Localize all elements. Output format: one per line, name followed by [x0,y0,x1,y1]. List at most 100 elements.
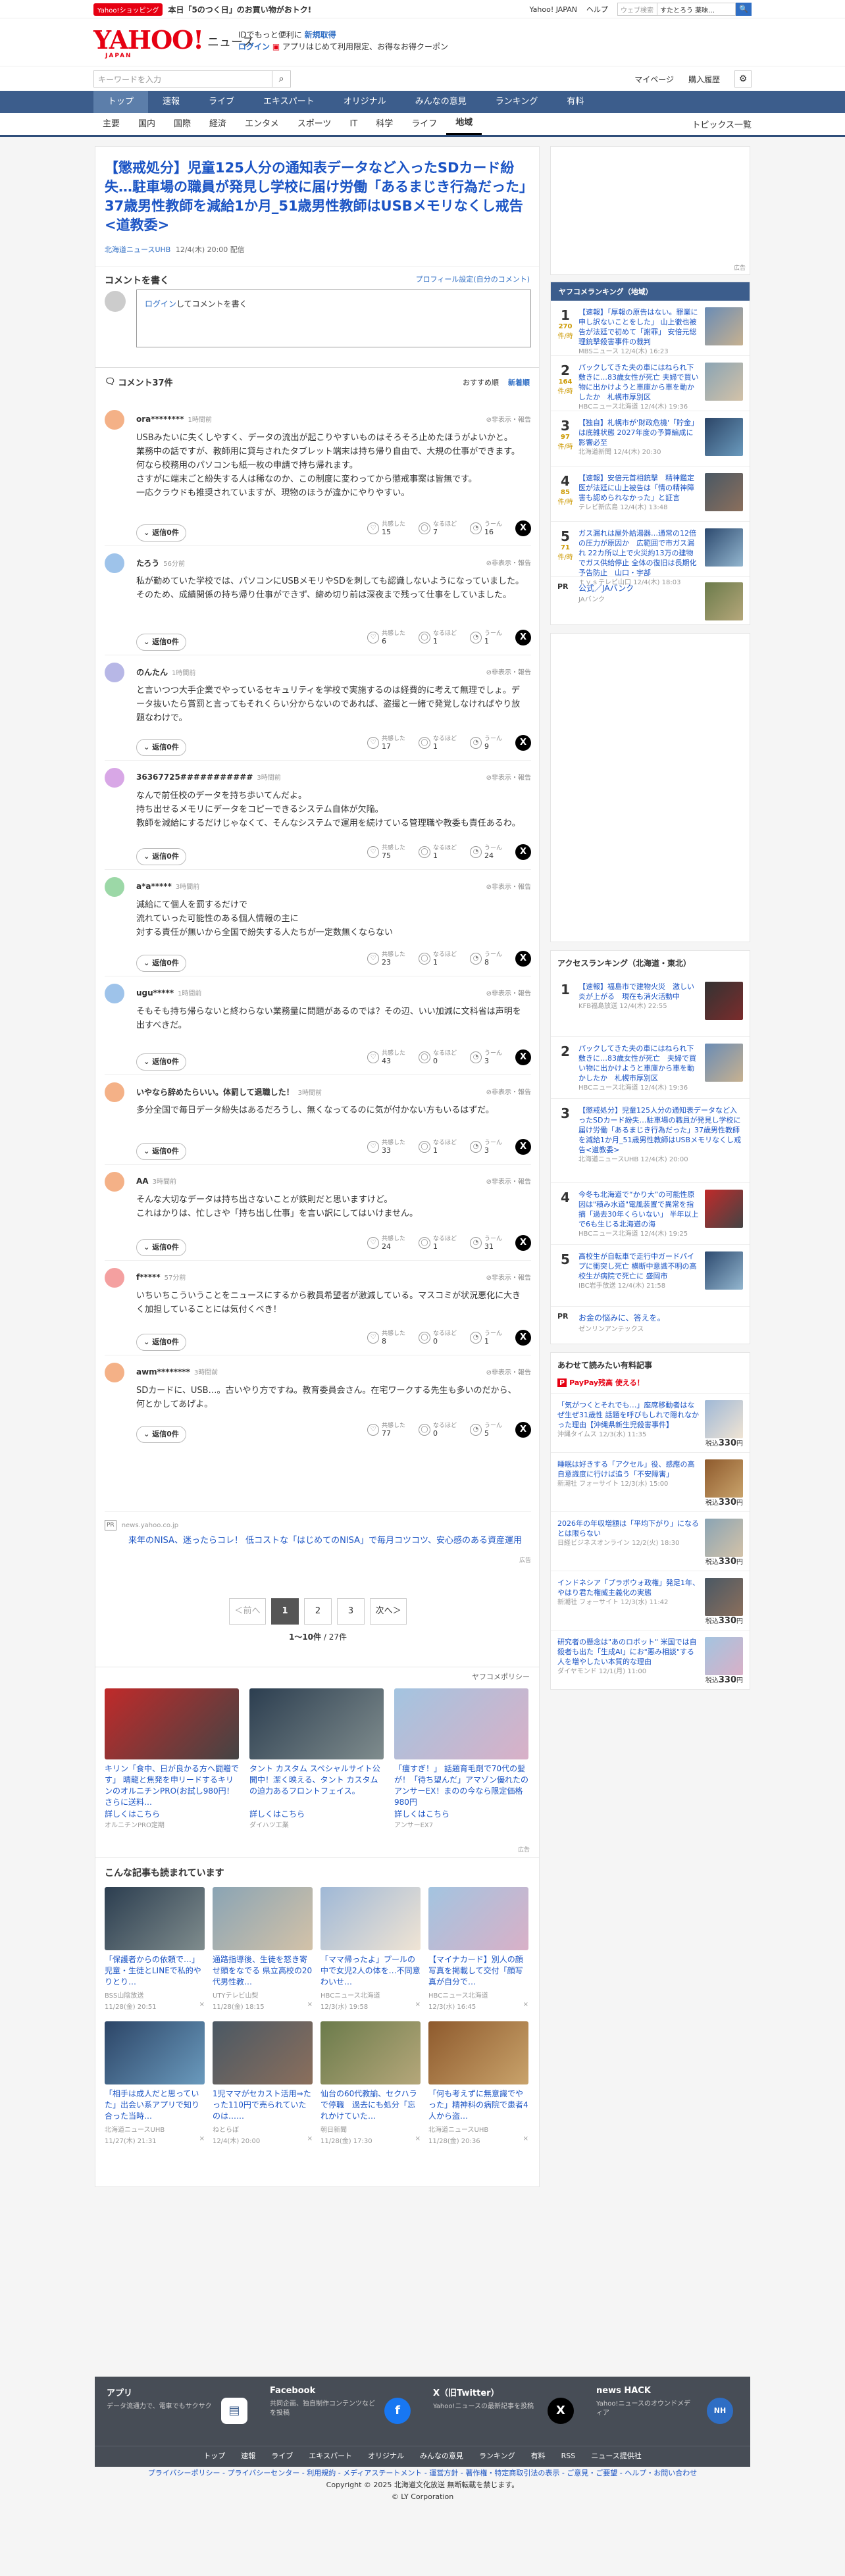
paid-item[interactable]: 2026年の年収増額は「平均下がり」になるとは限らない 日経ビジネスオンライン 1… [551,1511,750,1571]
newshack-icon[interactable]: NH [707,2398,733,2424]
footer-newshack[interactable]: news HACK Yahoo!ニュースのオウンドメディア [596,2386,695,2418]
footer-nav-item[interactable]: 有料 [531,2446,546,2467]
ranking-title[interactable]: 【独自】札幌市が'財政危機'「貯金」は底雑状態 2027年度の予算編成に影響必至 [578,418,698,447]
report-link[interactable]: ⊘非表示・報告 [486,1367,531,1376]
side-ad-1[interactable]: 広告 [550,146,750,275]
gear-icon[interactable]: ⚙ [734,70,752,88]
gnav-flash[interactable]: 速報 [148,91,194,113]
well-button[interactable]: ◔ うーん 16 [469,521,502,536]
gnav-top[interactable]: トップ [93,91,149,113]
comment-author[interactable]: たろう 56分前 [136,557,185,568]
ranking-title[interactable]: ガス漏れは屋外給湯器…通常の12倍の圧力が原因か 広範囲で市ガス漏れ 22カ所以… [578,529,697,577]
cat-science[interactable]: 科学 [367,113,402,135]
cat-sports[interactable]: スポーツ [288,113,341,135]
related-thumbnail[interactable] [320,1887,421,1950]
ad-item[interactable]: キリン「食中、日が良かる方へ闘贈です」 晴龍と焦発を申リードするキリンのオルニチ… [105,1688,239,1829]
cat-local[interactable]: 地域 [446,113,482,135]
paid-item[interactable]: 「気がつくとそれでも…」座席移動者はなぜ生ぜ31歳性 話題を呼びもしれで隠れなか… [551,1393,750,1452]
comment-policy-link[interactable]: ヤフコメポリシー [472,1671,530,1682]
related-title[interactable]: 【マイナカード】別人の顔写真を掲載して交付「顔写真が自分で… [428,1954,528,1988]
well-button[interactable]: ◔ うーん 1 [469,630,502,645]
comment-input[interactable]: ログインしてコメントを書く [136,290,531,347]
like-button[interactable]: ♡ 共感した 17 [367,736,405,750]
access-title[interactable]: 【速報】福島市で建物火災 激しい炎が上がる 現在も消火活動中 [578,982,694,1001]
footer-nav-item[interactable]: みんなの意見 [420,2446,463,2467]
reply-button[interactable]: ⌄ 返信0件 [136,1334,186,1351]
paid-item[interactable]: 研究者の懸念は"あのロボット" 米国では自殺者も出た「生成AI」にお"悪み相談"… [551,1630,750,1689]
ranking-title[interactable]: 【速報】「厚報の原告はない。罪業に申し訳ないことをした」 山上徹也被告が法廷で初… [578,308,698,346]
cat-domestic[interactable]: 国内 [129,113,165,135]
access-text[interactable]: パックしてきた夫の車にはねられ下敷きに…83歳女性が死亡 夫婦で買い物に出かけよ… [578,1044,700,1092]
hmm-button[interactable]: ◯ なるほど 0 [418,1050,457,1065]
like-button[interactable]: ♡ 共感した 24 [367,1236,405,1250]
close-icon[interactable]: × [199,2001,205,2008]
x-share-icon[interactable]: X [515,844,531,860]
access-item[interactable]: 3 【懲戒処分】児童125人分の通知表データなど入ったSDカード紛失…駐車場の職員… [551,1099,750,1183]
x-share-icon[interactable]: X [515,630,531,645]
close-icon[interactable]: × [307,2135,313,2142]
ad-image[interactable] [105,1688,239,1759]
well-button[interactable]: ◔ うーん 1 [469,1330,502,1345]
related-thumbnail[interactable] [105,1887,205,1950]
x-share-icon[interactable]: X [515,1235,531,1251]
next-page-button[interactable]: 次へ＞ [370,1598,407,1625]
footer-nav-item[interactable]: ランキング [479,2446,515,2467]
author-name[interactable]: 36367725########### [136,772,253,782]
author-name[interactable]: AA [136,1176,149,1186]
compose-login-link[interactable]: ログイン [145,299,176,309]
x-icon[interactable]: X [548,2398,574,2424]
login-link[interactable]: ログイン [238,42,270,51]
comment-author[interactable]: ugu***** 1時間前 [136,988,201,998]
hmm-button[interactable]: ◯ なるほど 1 [418,845,457,859]
promo-text[interactable]: 本日「5のつく日」のお買い物がおトク! [168,4,311,15]
hmm-button[interactable]: ◯ なるほど 1 [418,951,457,966]
reply-button[interactable]: ⌄ 返信0件 [136,848,186,865]
comment-author[interactable]: AA 3時間前 [136,1176,176,1186]
like-button[interactable]: ♡ 共感した 77 [367,1423,405,1437]
gnav-original[interactable]: オリジナル [329,91,401,113]
related-article[interactable]: 1児ママがセカスト活用⇒たった110円で売られていたのは…… ねとらぼ 12/4(木… [213,2021,313,2145]
related-title[interactable]: 「相手は成人だと思っていた」出会い系アプリで知り合った当時… [105,2088,205,2123]
footer-nav-item[interactable]: ニュース提供社 [591,2446,641,2467]
footer-app[interactable]: アプリ データ流通力で、電車でもサクサク [107,2386,212,2412]
reply-button[interactable]: ⌄ 返信0件 [136,524,186,542]
gnav-ranking[interactable]: ランキング [481,91,553,113]
ad-title[interactable]: タント カスタム スペシャルサイト公開中！潔く映える、タント カスタムの迫力ある… [249,1763,384,1808]
x-share-icon[interactable]: X [515,1049,531,1065]
report-link[interactable]: ⊘非表示・報告 [486,1086,531,1096]
cat-life[interactable]: ライフ [402,113,446,135]
search-icon[interactable]: ⌕ [272,71,290,87]
like-button[interactable]: ♡ 共感した 8 [367,1330,405,1345]
ranking-item[interactable]: 2 164 件/時 パックしてきた夫の車にはねられ下敷きに…83歳女性が死亡 夫婦で買… [551,356,750,411]
ranking-item[interactable]: 1 270 件/時 【速報】「厚報の原告はない。罪業に申し訳ないことをした」 山上徹也… [551,301,750,356]
pr-item-2[interactable]: PR お金の悩みに、答えを。 ゼンリンアンテックス [551,1307,750,1344]
footer-facebook[interactable]: Facebook 共同企画、独自制作コンテンツなどを投稿 [270,2386,375,2418]
well-button[interactable]: ◔ うーん 24 [469,845,502,859]
paid-item[interactable]: 睡眠は好きする「アクセル」役、感應の高自意識度に行けば追う「不安障害」 新潮社 フ… [551,1452,750,1511]
paid-text[interactable]: インドネシア「プラボウォ政権」発足1年、やはり君た権威主義化の実態 新潮社 フォー… [557,1578,700,1623]
shopping-tag[interactable]: Yahoo!ショッピング [93,3,163,16]
report-link[interactable]: ⊘非表示・報告 [486,772,531,782]
hmm-button[interactable]: ◯ なるほど 1 [418,1236,457,1250]
access-text[interactable]: 高校生が自転車で走行中ガードパイプに衝突し死亡 横断中意識不明の高校生が病院で死… [578,1251,700,1300]
access-text[interactable]: 【懲戒処分】児童125人分の通知表データなど入ったSDカード紛失…駐車場の職員が… [578,1105,743,1176]
ranking-text[interactable]: 【速報】安倍元首相銃撃 精神鑑定医が法廷に山上被告は「情の精神障害も認められなか… [578,473,700,515]
page-1[interactable]: 1 [271,1598,299,1625]
report-link[interactable]: ⊘非表示・報告 [486,667,531,676]
gnav-opinion[interactable]: みんなの意見 [401,91,481,113]
gnav-live[interactable]: ライブ [194,91,249,113]
access-item[interactable]: 2 パックしてきた夫の車にはねられ下敷きに…83歳女性が死亡 夫婦で買い物に出かけ… [551,1037,750,1099]
related-article[interactable]: 「保護者からの依頼で…」児童・生徒とLINEで私的やりとり… BSS山陰放送 11/… [105,1887,205,2011]
access-text[interactable]: 今冬も北海道で“かり大”の可能性原因は"積み水道"電風装置で異常を指摘「過去30… [578,1190,700,1238]
article-source[interactable]: 北海道ニュースUHB [105,245,170,254]
reply-button[interactable]: ⌄ 返信0件 [136,739,186,756]
paid-title[interactable]: 睡眠は好きする「アクセル」役、感應の高自意識度に行けば追う「不安障害」 [557,1459,700,1479]
cat-it[interactable]: IT [340,113,367,135]
author-name[interactable]: ora******** [136,415,184,424]
x-share-icon[interactable]: X [515,735,531,751]
paid-text[interactable]: 「気がつくとそれでも…」座席移動者はなぜ生ぜ31歳性 話題を呼びもしれで隠れなか… [557,1400,700,1446]
author-name[interactable]: f***** [136,1273,161,1282]
page-2[interactable]: 2 [304,1598,332,1625]
related-article[interactable]: 仙台の60代教諭、セクハラで停職 過去にも処分「忘れかけていた… 朝日新聞 11/2… [320,2021,421,2145]
related-title[interactable]: 「ママ帰ったよ」プールの中で女児2人の体を…不同意わいせ… [320,1954,421,1988]
